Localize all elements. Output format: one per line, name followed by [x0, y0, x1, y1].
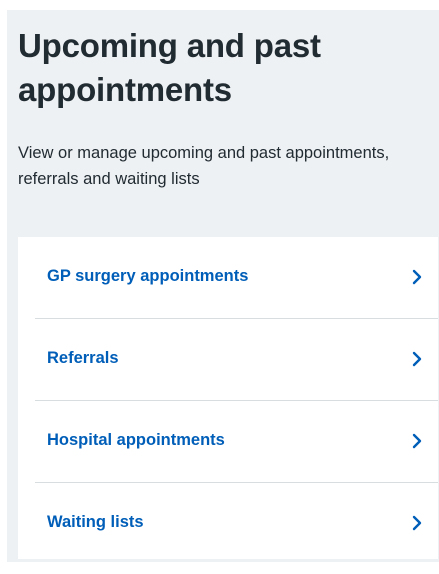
- appointments-panel: Upcoming and past appointments View or m…: [7, 10, 439, 562]
- menu-item-label: Hospital appointments: [47, 431, 225, 449]
- page-title: Upcoming and past appointments: [18, 27, 321, 108]
- menu-item-referrals[interactable]: Referrals: [35, 319, 438, 401]
- appointments-menu: GP surgery appointments Referrals Hospit…: [18, 237, 438, 559]
- menu-item-gp-surgery-appointments[interactable]: GP surgery appointments: [35, 237, 438, 319]
- menu-item-label: Waiting lists: [47, 513, 144, 531]
- chevron-right-icon: [412, 515, 422, 531]
- chevron-right-icon: [412, 351, 422, 367]
- page-description: View or manage upcoming and past appoint…: [18, 144, 390, 188]
- menu-item-label: Referrals: [47, 349, 119, 367]
- menu-item-label: GP surgery appointments: [47, 267, 249, 285]
- chevron-right-icon: [412, 433, 422, 449]
- menu-item-hospital-appointments[interactable]: Hospital appointments: [35, 401, 438, 483]
- chevron-right-icon: [412, 269, 422, 285]
- menu-item-waiting-lists[interactable]: Waiting lists: [35, 483, 438, 565]
